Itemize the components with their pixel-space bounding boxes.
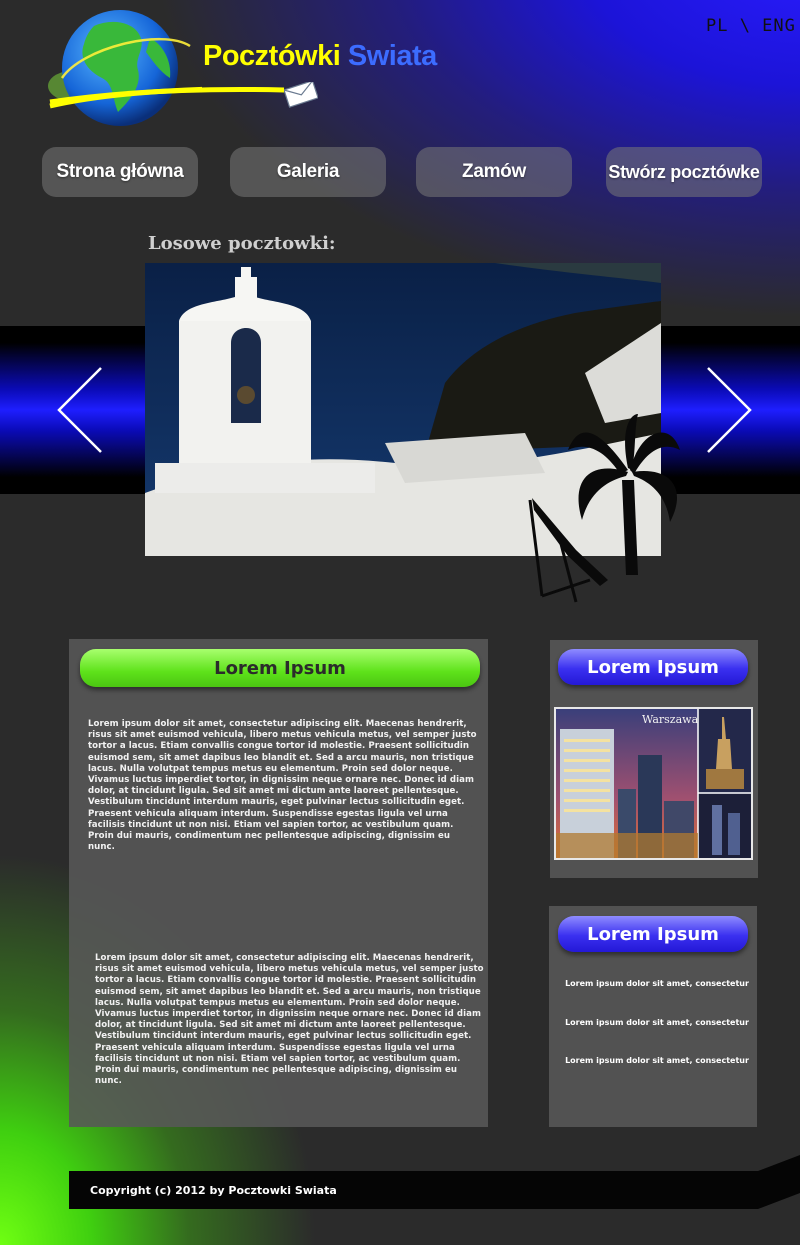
main-paragraph-2: Lorem ipsum dolor sit amet, consectetur … <box>95 953 484 1087</box>
site-title[interactable]: Pocztówki Swiata <box>203 40 437 73</box>
nav-order-button[interactable]: Zamów <box>416 147 572 197</box>
sidebar-link-1[interactable]: Lorem ipsum dolor sit amet, consectetur <box>556 979 758 988</box>
nav-gallery-button[interactable]: Galeria <box>230 147 386 197</box>
nav-home-button[interactable]: Strona główna <box>42 147 198 197</box>
sidebar-link-3[interactable]: Lorem ipsum dolor sit amet, consectetur <box>556 1056 758 1065</box>
sidebar-link-2[interactable]: Lorem ipsum dolor sit amet, consectetur <box>556 1018 758 1027</box>
palm-tree-decoration <box>520 410 690 610</box>
main-heading: Lorem Ipsum <box>80 649 480 687</box>
globe-with-envelope-icon[interactable] <box>42 8 314 128</box>
sidebar-box-2-heading: Lorem Ipsum <box>558 916 748 952</box>
nav-create-postcard-button[interactable]: Stwórz pocztówke <box>606 147 762 197</box>
warsaw-photo[interactable]: Warszawa <box>554 707 753 860</box>
footer-bar <box>69 1155 800 1211</box>
slider-heading: Losowe pocztowki: <box>148 233 336 254</box>
logo-swoosh <box>48 86 288 106</box>
site-title-part1: Pocztówki <box>203 40 341 72</box>
chevron-left-icon[interactable] <box>55 366 105 454</box>
chevron-right-icon[interactable] <box>704 366 754 454</box>
main-paragraph-1: Lorem ipsum dolor sit amet, consectetur … <box>88 719 477 853</box>
sidebar-box-1-heading: Lorem Ipsum <box>558 649 748 685</box>
photo-caption: Warszawa <box>642 713 699 726</box>
site-title-part2: Swiata <box>347 40 437 72</box>
language-switch[interactable]: PL \ ENG <box>706 16 796 36</box>
footer-copyright: Copyright (c) 2012 by Pocztowki Swiata <box>90 1184 337 1197</box>
